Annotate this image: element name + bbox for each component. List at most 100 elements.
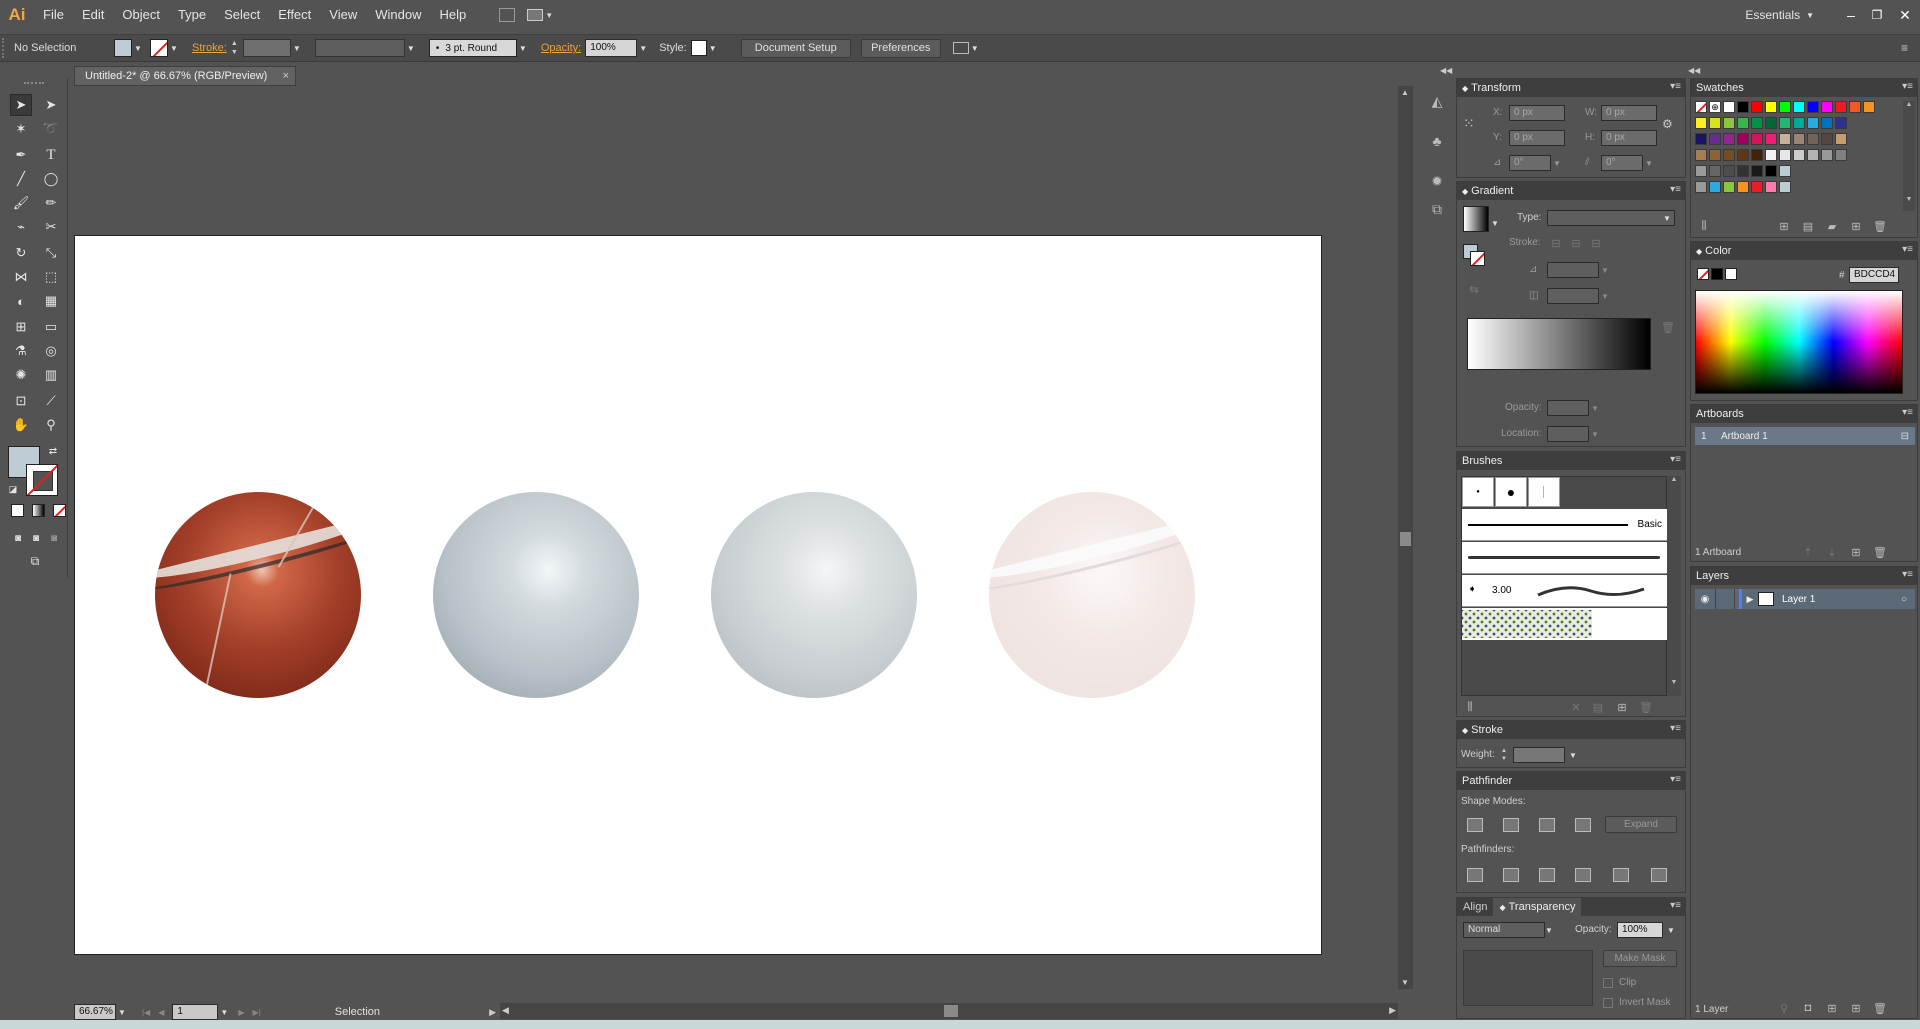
- opacity-field[interactable]: 100%: [585, 39, 638, 57]
- eyedropper-tool-icon[interactable]: ⚗: [10, 340, 32, 362]
- hand-tool-icon[interactable]: ✋: [10, 414, 32, 436]
- zoom-field[interactable]: 66.67%: [74, 1004, 116, 1020]
- fill-swatch[interactable]: [114, 39, 132, 57]
- swatch[interactable]: [1821, 117, 1833, 129]
- swatch[interactable]: [1849, 101, 1861, 113]
- stroke-weight-field[interactable]: [242, 39, 291, 57]
- target-icon[interactable]: ○: [1901, 594, 1907, 605]
- style-dropdown-icon[interactable]: ▼: [707, 39, 719, 57]
- stroke-dropdown-icon[interactable]: ▼: [168, 39, 180, 57]
- swatch[interactable]: [1723, 165, 1735, 177]
- pen-tool-icon[interactable]: ✒: [10, 144, 32, 166]
- unite-icon[interactable]: [1467, 818, 1483, 832]
- faded-marble-sphere[interactable]: [989, 492, 1195, 698]
- close-icon[interactable]: ×: [283, 70, 289, 82]
- swatch[interactable]: [1737, 165, 1749, 177]
- draw-normal-icon[interactable]: ◙: [10, 530, 26, 546]
- swatch[interactable]: [1807, 149, 1819, 161]
- gradient-tool-icon[interactable]: ▭: [40, 316, 62, 338]
- swatch[interactable]: [1793, 101, 1805, 113]
- pencil-tool-icon[interactable]: ✏: [40, 192, 62, 214]
- panel-column-1-collapse[interactable]: [1440, 66, 1686, 76]
- swatch-group-folder-icon[interactable]: [1695, 165, 1707, 177]
- swatch[interactable]: [1863, 101, 1875, 113]
- swatch[interactable]: [1807, 101, 1819, 113]
- swatch[interactable]: [1793, 117, 1805, 129]
- ellipse-tool-icon[interactable]: ◯: [40, 168, 62, 190]
- hex-field[interactable]: BDCCD4: [1849, 267, 1899, 283]
- arrange-icon[interactable]: [952, 42, 969, 54]
- angle-field[interactable]: [1547, 262, 1599, 278]
- new-brush-icon[interactable]: ⊞: [1615, 700, 1629, 714]
- y-field[interactable]: 0 px: [1509, 130, 1565, 146]
- menu-edit[interactable]: Edit: [73, 0, 113, 30]
- swatch[interactable]: [1835, 117, 1847, 129]
- toolbox-grip[interactable]: [24, 82, 44, 85]
- swatch[interactable]: [1779, 117, 1791, 129]
- swatch[interactable]: [1779, 165, 1791, 177]
- vertical-scrollbar[interactable]: ▲ ▼: [1398, 86, 1413, 989]
- panel-header[interactable]: Pathfinder ▾≡: [1457, 772, 1685, 790]
- collapse-arrows[interactable]: ◀◀: [1688, 66, 1700, 75]
- arrange-documents-icon[interactable]: ▼: [527, 8, 553, 22]
- intersect-icon[interactable]: [1539, 818, 1555, 832]
- brush-charcoal-row[interactable]: [1462, 542, 1668, 574]
- brush-definition[interactable]: • 3 pt. Round: [428, 39, 517, 57]
- rotate-field[interactable]: 0°: [1509, 155, 1551, 171]
- merge-icon[interactable]: [1539, 868, 1555, 882]
- prev-artboard-icon[interactable]: ◀: [158, 1008, 164, 1017]
- tab-transparency[interactable]: ◆ Transparency: [1493, 898, 1582, 916]
- stroke-within-icon[interactable]: ⊟: [1549, 236, 1563, 250]
- color-mode-button[interactable]: [11, 504, 24, 517]
- brush-thumb-small[interactable]: ●: [1462, 477, 1494, 507]
- swatch[interactable]: [1835, 101, 1847, 113]
- stop-opacity-dropdown-icon[interactable]: ▼: [1589, 399, 1601, 417]
- swatch[interactable]: [1765, 117, 1777, 129]
- blend-tool-icon[interactable]: ◎: [40, 340, 62, 362]
- symbol-sprayer-tool-icon[interactable]: ✺: [10, 364, 32, 386]
- swatch[interactable]: [1723, 117, 1735, 129]
- panel-menu-icon[interactable]: ▾≡: [1670, 900, 1681, 911]
- gradient-slider[interactable]: [1467, 318, 1651, 370]
- exclude-icon[interactable]: [1575, 818, 1591, 832]
- move-down-icon[interactable]: ⇣: [1825, 545, 1839, 559]
- swatch[interactable]: [1835, 133, 1847, 145]
- expand-triangle-icon[interactable]: ▶: [1742, 594, 1758, 605]
- new-sublayer-icon[interactable]: ⊞: [1825, 1001, 1839, 1015]
- trim-icon[interactable]: [1503, 868, 1519, 882]
- gradient-fill-stroke-icon[interactable]: [1463, 244, 1485, 266]
- aspect-ratio-dropdown-icon[interactable]: ▼: [1599, 287, 1611, 305]
- swatch[interactable]: [1737, 133, 1749, 145]
- panel-menu-icon[interactable]: ▾≡: [1670, 454, 1681, 465]
- panel-menu-icon[interactable]: ▾≡: [1902, 569, 1913, 580]
- panel-menu-icon[interactable]: ▾≡: [1670, 184, 1681, 195]
- menu-window[interactable]: Window: [366, 0, 430, 30]
- width-tool-icon[interactable]: ⋈: [10, 266, 32, 288]
- panel-header[interactable]: Swatches ▾≡: [1691, 79, 1917, 97]
- artboard-row[interactable]: 1 Artboard 1 ⊟: [1695, 427, 1915, 445]
- none-mode-button[interactable]: [53, 504, 66, 517]
- delete-layer-icon[interactable]: 🗑: [1873, 1001, 1887, 1015]
- last-artboard-icon[interactable]: ▶|: [253, 1008, 261, 1017]
- stop-opacity-field[interactable]: [1547, 400, 1589, 416]
- layer-name[interactable]: Layer 1: [1782, 594, 1815, 605]
- stop-location-dropdown-icon[interactable]: ▼: [1589, 425, 1601, 443]
- scroll-left-icon[interactable]: ◀: [502, 1005, 509, 1016]
- swatch[interactable]: [1751, 133, 1763, 145]
- magic-wand-tool-icon[interactable]: ✶: [10, 118, 32, 140]
- swatch[interactable]: [1751, 101, 1763, 113]
- lasso-tool-icon[interactable]: ➰: [40, 118, 62, 140]
- swatch-libraries-icon[interactable]: ⫼: [1697, 219, 1711, 233]
- swatch[interactable]: [1737, 149, 1749, 161]
- marble-sphere[interactable]: [155, 492, 361, 698]
- navigator-icon[interactable]: ◭: [1428, 92, 1446, 110]
- swatch-group-folder-icon[interactable]: [1695, 181, 1707, 193]
- stroke-color-box[interactable]: [26, 464, 58, 496]
- remove-brush-stroke-icon[interactable]: ✕: [1569, 700, 1583, 714]
- panel-menu-icon[interactable]: ▾≡: [1670, 774, 1681, 785]
- swatch[interactable]: [1779, 149, 1791, 161]
- panel-menu-icon[interactable]: ▾≡: [1670, 723, 1681, 734]
- gradient-thumbnail[interactable]: [1463, 206, 1489, 232]
- swatch[interactable]: [1723, 133, 1735, 145]
- panel-header[interactable]: ◆ Gradient ▾≡: [1457, 182, 1685, 200]
